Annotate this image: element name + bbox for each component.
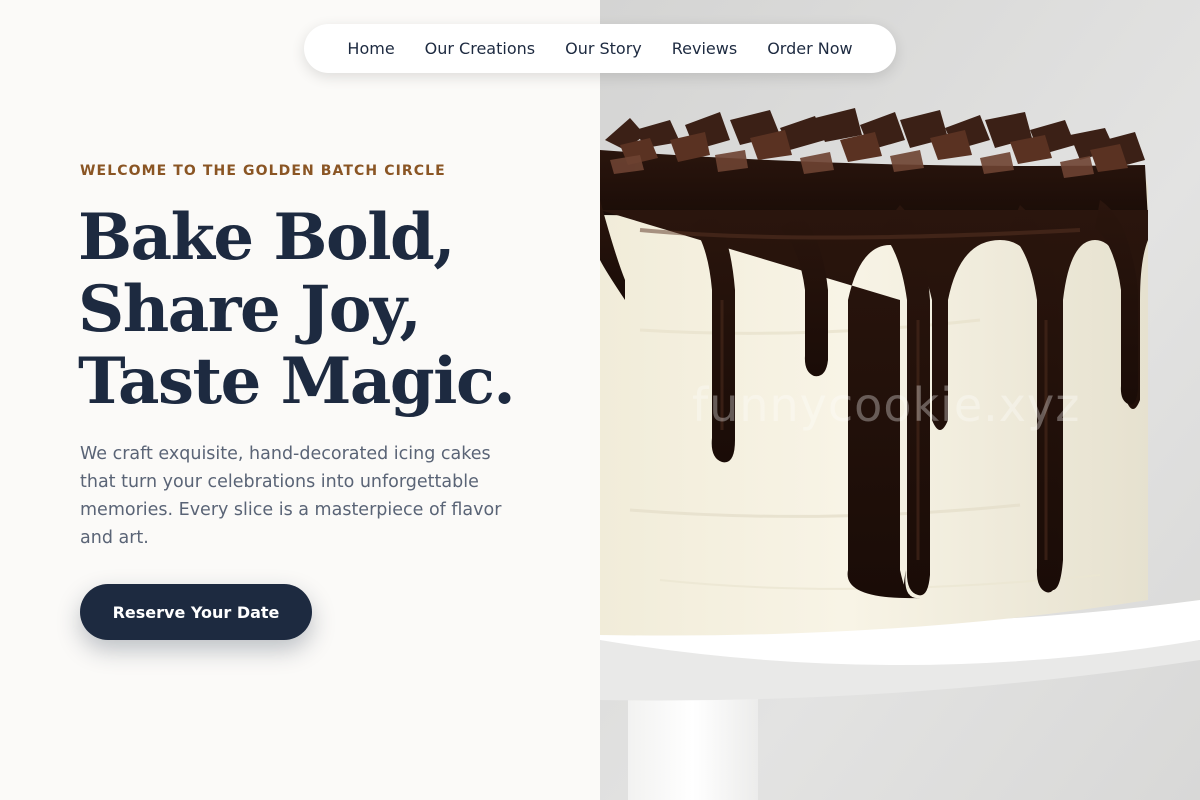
nav-link-reviews[interactable]: Reviews bbox=[672, 39, 737, 58]
hero-description: We craft exquisite, hand-decorated icing… bbox=[80, 444, 502, 548]
hero-text-panel: WELCOME TO THE GOLDEN BATCH CIRCLE Bake … bbox=[0, 0, 600, 800]
reserve-date-button[interactable]: Reserve Your Date bbox=[80, 584, 312, 640]
headline-line-1: Bake Bold, bbox=[78, 200, 456, 275]
nav-link-order-now[interactable]: Order Now bbox=[767, 39, 852, 58]
nav-link-our-story[interactable]: Our Story bbox=[565, 39, 642, 58]
hero-cake-image: funnycookie.xyz bbox=[600, 0, 1200, 800]
headline-line-3: Taste Magic. bbox=[78, 344, 516, 419]
hero-headline: Bake Bold, Share Joy, Taste Magic. bbox=[78, 200, 516, 419]
nav-link-our-creations[interactable]: Our Creations bbox=[425, 39, 535, 58]
headline-line-2: Share Joy, bbox=[78, 272, 422, 347]
watermark-text: funnycookie.xyz bbox=[692, 378, 1081, 432]
nav-link-home[interactable]: Home bbox=[347, 39, 394, 58]
hero-eyebrow: WELCOME TO THE GOLDEN BATCH CIRCLE bbox=[80, 163, 446, 179]
top-nav: Home Our Creations Our Story Reviews Ord… bbox=[304, 24, 896, 73]
